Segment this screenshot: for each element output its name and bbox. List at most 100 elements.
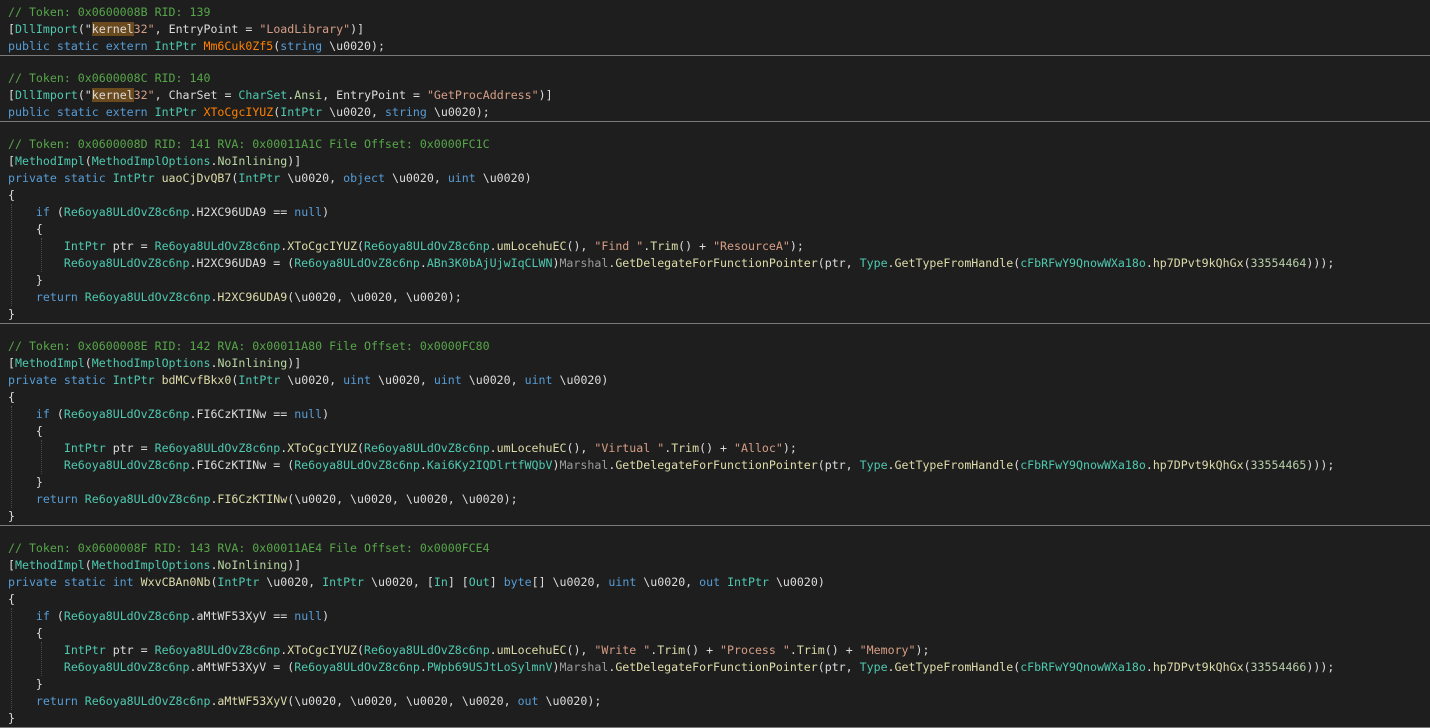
- code-token: IntPtr: [238, 373, 288, 387]
- code-token: .: [789, 643, 797, 657]
- code-token: NoInlining: [217, 356, 288, 370]
- code-line: // Token: 0x0600008D RID: 141 RVA: 0x000…: [0, 136, 1430, 153]
- code-token: (: [357, 441, 365, 455]
- code-token: return: [35, 492, 85, 506]
- code-token: WxvCBAn0Nb: [140, 575, 211, 589]
- code-token: \u0020);: [433, 105, 490, 119]
- code-token: Re6oya8ULdOvZ8c6np: [294, 256, 420, 270]
- code-comment: // Token: 0x0600008E RID: 142 RVA: 0x000…: [8, 339, 490, 353]
- code-token: {: [8, 222, 43, 236]
- code-token: }: [8, 677, 43, 691]
- code-token: "Virtual ": [594, 441, 665, 455]
- code-line: if (Re6oya8ULdOvZ8c6np.H2XC96UDA9 == nul…: [0, 204, 1430, 221]
- code-token: CharSet: [168, 88, 218, 102]
- code-token: XToCgcIYUZ: [287, 643, 358, 657]
- code-token: IntPtr: [727, 575, 776, 589]
- code-token: .: [489, 441, 497, 455]
- code-token: In: [433, 575, 448, 589]
- code-token: (: [1243, 256, 1251, 270]
- code-line: Re6oya8ULdOvZ8c6np.H2XC96UDA9 = (Re6oya8…: [0, 255, 1430, 272]
- code-token: }: [8, 475, 43, 489]
- code-token: .: [1145, 458, 1153, 472]
- code-token: byte: [503, 575, 532, 589]
- code-line: if (Re6oya8ULdOvZ8c6np.FI6CzKTINw == nul…: [0, 406, 1430, 423]
- code-line: IntPtr ptr = Re6oya8ULdOvZ8c6np. XToCgcIY…: [0, 642, 1430, 659]
- code-editor[interactable]: // Token: 0x0600008B RID: 139 [DllImport(…: [0, 0, 1430, 728]
- code-token: ptr =: [112, 643, 155, 657]
- code-token: cFbRFwY9QnowWXa18o: [1020, 256, 1146, 270]
- code-token: .: [1145, 256, 1153, 270]
- code-token: IntPtr: [112, 171, 162, 185]
- code-token: XToCgcIYUZ: [203, 105, 274, 119]
- code-token: IntPtr: [238, 171, 288, 185]
- code-token: )));: [1306, 458, 1335, 472]
- code-line: [MethodImpl(MethodImplOptions.NoInlining…: [0, 557, 1430, 574]
- code-token: MethodImplOptions: [91, 356, 211, 370]
- code-token: ,: [154, 22, 169, 36]
- code-token: Re6oya8ULdOvZ8c6np: [154, 643, 281, 657]
- code-token: Re6oya8ULdOvZ8c6np: [63, 256, 190, 270]
- code-token: uint: [524, 373, 560, 387]
- code-token: =: [405, 88, 427, 102]
- code-line: {: [0, 221, 1430, 238]
- code-token: (: [56, 205, 64, 219]
- code-token: Re6oya8ULdOvZ8c6np: [63, 660, 190, 674]
- code-token: [: [8, 154, 15, 168]
- code-token: (": [77, 22, 92, 36]
- code-line: return Re6oya8ULdOvZ8c6np.FI6CzKTINw(\u0…: [0, 491, 1430, 508]
- code-token: H2XC96UDA9: [196, 256, 267, 270]
- code-line: private static IntPtr bdMCvfBkx0(IntPtr …: [0, 372, 1430, 389]
- code-token: IntPtr: [322, 575, 372, 589]
- code-line: [MethodImpl(MethodImplOptions.NoInlining…: [0, 355, 1430, 372]
- code-token: {: [8, 390, 15, 404]
- code-token: IntPtr: [154, 39, 204, 53]
- code-token: \u0020): [775, 575, 825, 589]
- code-token: \u0020,: [266, 575, 323, 589]
- method-block: // Token: 0x0600008C RID: 140 [DllImport(…: [0, 70, 1430, 122]
- code-token: IntPtr: [112, 373, 162, 387]
- code-token: );: [789, 239, 804, 253]
- code-token: 33554464: [1250, 256, 1307, 270]
- code-token: GetTypeFromHandle: [894, 660, 1014, 674]
- code-line: [MethodImpl(MethodImplOptions.NoInlining…: [0, 153, 1430, 170]
- code-token: GetDelegateForFunctionPointer: [615, 458, 818, 472]
- code-token: (\u0020, \u0020, \u0020);: [287, 290, 462, 304]
- code-token: out: [699, 575, 728, 589]
- code-token: =: [217, 88, 239, 102]
- code-token: DllImport: [14, 88, 78, 102]
- code-token: uaoCjDvQB7: [161, 171, 232, 185]
- code-token: Mm6Cuk0Zf5: [203, 39, 274, 53]
- code-token: NoInlining: [217, 154, 288, 168]
- code-token: GetTypeFromHandle: [894, 256, 1014, 270]
- code-token: NoInlining: [217, 558, 288, 572]
- code-token: null: [294, 407, 323, 421]
- code-token: (: [84, 154, 92, 168]
- code-token: (: [84, 558, 92, 572]
- code-token: (: [1243, 458, 1251, 472]
- code-line: Re6oya8ULdOvZ8c6np.FI6CzKTINw = (Re6oya8…: [0, 457, 1430, 474]
- code-token: Marshal: [559, 660, 609, 674]
- code-token: .: [419, 458, 427, 472]
- code-token: MethodImpl: [14, 154, 85, 168]
- code-token: GetDelegateForFunctionPointer: [615, 660, 818, 674]
- code-token: IntPtr: [154, 105, 204, 119]
- code-token: \u0020,: [287, 373, 344, 387]
- code-token: "Alloc": [734, 441, 783, 455]
- code-token: IntPtr: [280, 105, 330, 119]
- code-token: {: [8, 592, 15, 606]
- code-line: return Re6oya8ULdOvZ8c6np.H2XC96UDA9(\u0…: [0, 289, 1430, 306]
- code-token: );: [782, 441, 797, 455]
- code-line: public static extern IntPtr Mm6Cuk0Zf5(s…: [0, 38, 1430, 55]
- code-token: aMtWF53XyV: [217, 694, 288, 708]
- code-token: Re6oya8ULdOvZ8c6np: [63, 407, 190, 421]
- code-token: private static: [8, 373, 113, 387]
- code-token: Re6oya8ULdOvZ8c6np: [63, 205, 190, 219]
- code-token: \u0020, [: [371, 575, 434, 589]
- code-token: (),: [566, 441, 595, 455]
- code-token: Re6oya8ULdOvZ8c6np: [154, 441, 281, 455]
